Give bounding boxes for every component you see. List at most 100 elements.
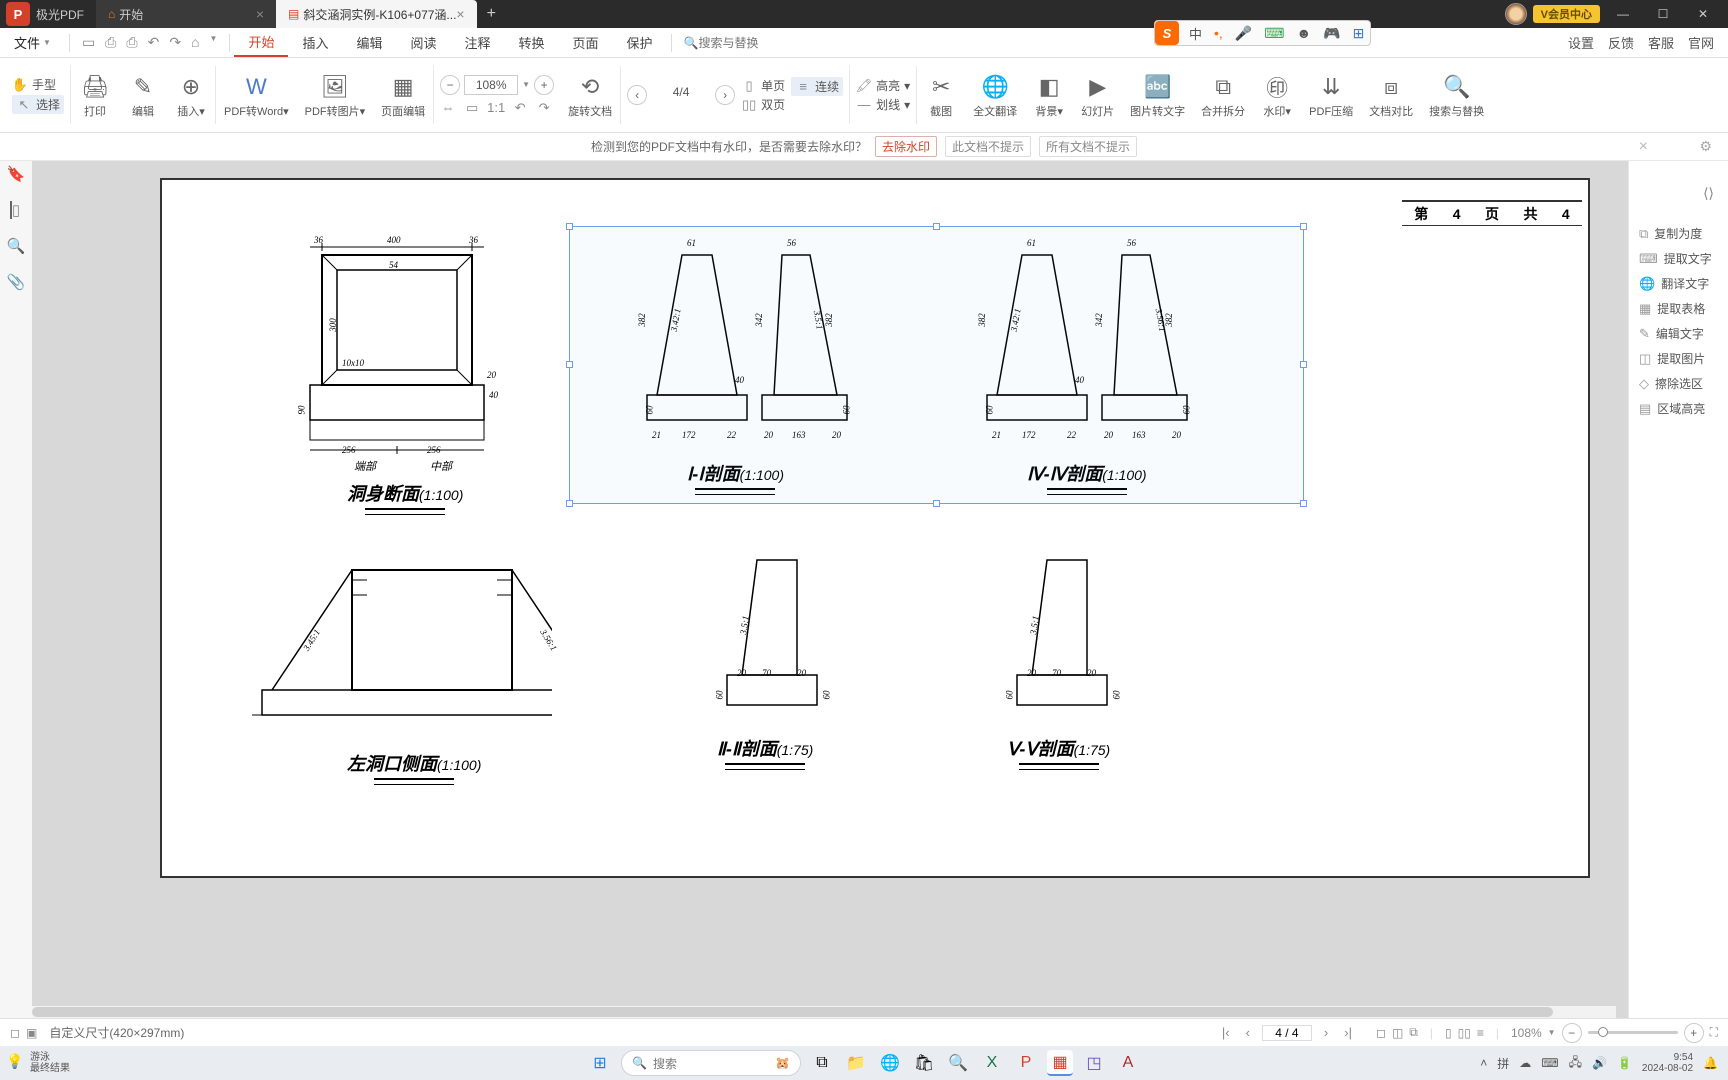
close-icon[interactable]: × bbox=[456, 6, 464, 22]
open-icon[interactable]: ▭ bbox=[82, 34, 95, 51]
prev-page-button[interactable]: ‹ bbox=[627, 85, 647, 105]
taskbar-search[interactable]: 🔍 搜索 🐹 bbox=[621, 1050, 801, 1076]
close-window-button[interactable]: ✕ bbox=[1686, 1, 1720, 27]
layout-1-icon[interactable]: ◻ bbox=[1376, 1026, 1386, 1040]
zoom-out-button[interactable]: − bbox=[440, 75, 460, 95]
btn-insert[interactable]: ⊕插入▾ bbox=[167, 58, 215, 132]
view-double-icon[interactable]: ▯▯ bbox=[1458, 1026, 1471, 1040]
redo-icon[interactable]: ↷ bbox=[169, 34, 181, 51]
print-icon[interactable]: ⎙ bbox=[126, 34, 137, 51]
prev-page-button[interactable]: ‹ bbox=[1242, 1025, 1254, 1040]
taskview-icon[interactable]: ⧉ bbox=[809, 1050, 835, 1076]
btn-line[interactable]: —划线▾ bbox=[856, 96, 910, 113]
vip-button[interactable]: V会员中心 bbox=[1533, 5, 1600, 23]
first-page-button[interactable]: |‹ bbox=[1218, 1025, 1234, 1040]
menu-settings[interactable]: 设置 bbox=[1568, 33, 1594, 52]
save-icon[interactable]: ⎙ bbox=[105, 34, 116, 51]
ime-toolbar[interactable]: S 中 •, 🎤 ⌨ ☻ 🎮 ⊞ bbox=[1154, 20, 1371, 46]
rotate-cw-icon[interactable]: ↷ bbox=[536, 100, 552, 116]
ctx-translate[interactable]: 🌐翻译文字 bbox=[1629, 271, 1728, 296]
btn-print[interactable]: 🖨打印 bbox=[71, 58, 119, 132]
btn-merge-split[interactable]: ⧉合并拆分 bbox=[1193, 58, 1253, 132]
zoom-in-button[interactable]: + bbox=[1684, 1023, 1704, 1043]
btn-pdf2word[interactable]: WPDF转Word▾ bbox=[216, 58, 297, 132]
btn-translate[interactable]: 🌐全文翻译 bbox=[965, 58, 1025, 132]
attachment-icon[interactable]: 📎 bbox=[7, 273, 26, 291]
fit-width-icon[interactable]: ⇔ bbox=[440, 100, 456, 116]
fit-page-icon[interactable]: ▭ bbox=[464, 100, 480, 116]
btn-page-edit[interactable]: ▦页面编辑 bbox=[373, 58, 433, 132]
ctx-erase[interactable]: ◇擦除选区 bbox=[1629, 371, 1728, 396]
btn-screenshot[interactable]: ✂截图 bbox=[917, 58, 965, 132]
tray-input-icon[interactable]: ⌨ bbox=[1541, 1056, 1558, 1070]
menu-support[interactable]: 客服 bbox=[1648, 33, 1674, 52]
menu-tab-comment[interactable]: 注释 bbox=[451, 28, 505, 57]
notif-settings-icon[interactable]: ⚙ bbox=[1699, 138, 1712, 155]
tray-onedrive-icon[interactable]: ☁ bbox=[1519, 1056, 1531, 1070]
btn-rotate-doc[interactable]: ⟲旋转文档 bbox=[560, 58, 620, 132]
view-normal-icon[interactable]: ◻ bbox=[10, 1026, 20, 1040]
view-continuous[interactable]: ≡连续 bbox=[791, 77, 843, 96]
close-icon[interactable]: × bbox=[256, 6, 264, 22]
file-menu-button[interactable]: 文件 ▼ bbox=[0, 28, 65, 57]
powerpoint-icon[interactable]: P bbox=[1013, 1050, 1039, 1076]
menu-tab-edit[interactable]: 编辑 bbox=[342, 28, 396, 57]
search-icon[interactable]: 🔍 bbox=[7, 237, 26, 255]
caret-down-icon[interactable]: ▼ bbox=[210, 34, 218, 51]
app-icon-purple[interactable]: ◳ bbox=[1081, 1050, 1107, 1076]
last-page-button[interactable]: ›| bbox=[1340, 1025, 1356, 1040]
btn-watermark[interactable]: ㊞水印▾ bbox=[1253, 58, 1301, 132]
undo-icon[interactable]: ↶ bbox=[148, 34, 160, 51]
taskbar-clock[interactable]: 9:54 2024-08-02 bbox=[1642, 1052, 1693, 1074]
next-page-button[interactable]: › bbox=[1320, 1025, 1332, 1040]
menu-tab-convert[interactable]: 转换 bbox=[505, 28, 559, 57]
bookmark-icon[interactable]: 🔖 bbox=[7, 165, 26, 183]
ime-voice-icon[interactable]: 🎤 bbox=[1229, 25, 1258, 42]
page-input[interactable] bbox=[1262, 1025, 1312, 1041]
magnifier-icon[interactable]: 🔍 bbox=[945, 1050, 971, 1076]
panel-toggle-icon[interactable]: ⟨⟩ bbox=[1703, 185, 1714, 202]
minimize-button[interactable]: — bbox=[1606, 1, 1640, 27]
ctx-edit-text[interactable]: ✎编辑文字 bbox=[1629, 321, 1728, 346]
tray-battery-icon[interactable]: 🔋 bbox=[1617, 1056, 1632, 1070]
ime-punct-icon[interactable]: •, bbox=[1208, 25, 1229, 41]
ctx-highlight-region[interactable]: ▤区域高亮 bbox=[1629, 396, 1728, 421]
btn-slideshow[interactable]: ▶幻灯片 bbox=[1073, 58, 1122, 132]
menu-tab-protect[interactable]: 保护 bbox=[613, 28, 667, 57]
layout-2-icon[interactable]: ◫ bbox=[1392, 1026, 1403, 1040]
btn-compare[interactable]: ⧈文档对比 bbox=[1361, 58, 1421, 132]
page-indicator[interactable]: 4/4 bbox=[651, 85, 711, 105]
assistant-text[interactable]: 游泳 最终结果 bbox=[30, 1052, 70, 1074]
search-input[interactable] bbox=[699, 36, 819, 50]
btn-background[interactable]: ◧背景▾ bbox=[1025, 58, 1073, 132]
menu-tab-page[interactable]: 页面 bbox=[559, 28, 613, 57]
notif-hide-this-button[interactable]: 此文档不提示 bbox=[945, 136, 1031, 157]
ctx-extract-table[interactable]: ▦提取表格 bbox=[1629, 296, 1728, 321]
ime-lang[interactable]: 中 bbox=[1183, 24, 1208, 43]
btn-compress[interactable]: ⇊PDF压缩 bbox=[1301, 58, 1361, 132]
horizontal-scrollbar[interactable] bbox=[32, 1006, 1616, 1018]
btn-pdf2img[interactable]: 🖼PDF转图片▾ bbox=[297, 58, 374, 132]
rotate-ccw-icon[interactable]: ↶ bbox=[512, 100, 528, 116]
view-outline-icon[interactable]: ▣ bbox=[26, 1026, 37, 1040]
edge-icon[interactable]: 🌐 bbox=[877, 1050, 903, 1076]
tray-pinyin-icon[interactable]: 拼 bbox=[1497, 1055, 1509, 1072]
btn-highlight[interactable]: 🖍高亮▾ bbox=[856, 77, 910, 94]
tab-home[interactable]: ⌂ 开始 × bbox=[96, 0, 276, 28]
explorer-icon[interactable]: 📁 bbox=[843, 1050, 869, 1076]
home-icon[interactable]: ⌂ bbox=[191, 34, 199, 51]
excel-icon[interactable]: X bbox=[979, 1050, 1005, 1076]
zoom-percent[interactable]: 108% bbox=[1511, 1026, 1542, 1040]
autocad-icon[interactable]: A bbox=[1115, 1050, 1141, 1076]
actual-size-icon[interactable]: 1:1 bbox=[488, 100, 504, 116]
fullscreen-icon[interactable]: ⛶ bbox=[1710, 1025, 1718, 1040]
ime-keyboard-icon[interactable]: ⌨ bbox=[1258, 25, 1290, 42]
view-single-icon[interactable]: ▯ bbox=[1445, 1026, 1452, 1040]
ctx-extract-image[interactable]: ◫提取图片 bbox=[1629, 346, 1728, 371]
document-viewport[interactable]: 第4页 共4 400 36 36 54 300 10x10 20 40 90 2… bbox=[32, 161, 1628, 1046]
menu-tab-start[interactable]: 开始 bbox=[234, 28, 288, 57]
tray-chevron-icon[interactable]: ˄ bbox=[1480, 1056, 1487, 1070]
menu-tab-read[interactable]: 阅读 bbox=[396, 28, 450, 57]
thumbnails-icon[interactable]: ▯ bbox=[10, 201, 22, 219]
notif-hide-all-button[interactable]: 所有文档不提示 bbox=[1039, 136, 1137, 157]
